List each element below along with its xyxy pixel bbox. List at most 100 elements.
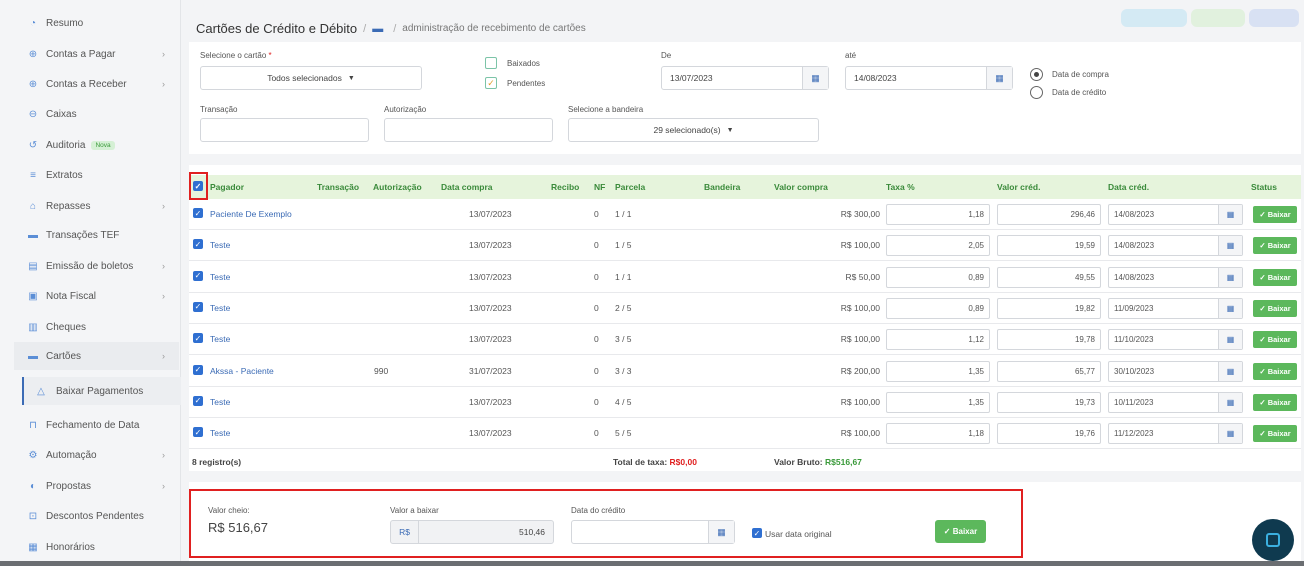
valor-cred-input[interactable]: 49,55 (997, 266, 1101, 288)
baixar-row-button[interactable]: ✓ Baixar (1253, 331, 1297, 349)
radio-data-compra[interactable] (1030, 68, 1043, 81)
sidebar-item-transa-es-tef[interactable]: ▬ Transações TEF (14, 221, 179, 249)
sidebar-item-contas-a-receber[interactable]: ⊕ Contas a Receber › (14, 70, 179, 98)
row-checkbox[interactable]: ✓ (193, 395, 203, 406)
column-header-status[interactable]: Status (1251, 182, 1277, 192)
data-cred-input[interactable]: 14/08/2023 ▦ (1108, 204, 1243, 225)
row-checkbox[interactable]: ✓ (193, 301, 203, 312)
valor-cred-input[interactable]: 19,82 (997, 297, 1101, 319)
row-checkbox[interactable]: ✓ (193, 364, 203, 375)
date-from-field[interactable]: 13/07/2023 ▦ (661, 66, 829, 90)
taxa-input[interactable]: 0,89 (886, 266, 990, 288)
column-header-transa-o[interactable]: Transação (317, 182, 359, 192)
sidebar-item-auditoria[interactable]: ↺ Auditoria Nova (14, 131, 179, 159)
transacao-input[interactable] (200, 118, 369, 142)
valor-cred-input[interactable]: 19,78 (997, 329, 1101, 351)
data-cred-input[interactable]: 14/08/2023 ▦ (1108, 235, 1243, 257)
calendar-icon[interactable]: ▦ (986, 67, 1012, 89)
sidebar-item-caixas[interactable]: ⊖ Caixas (14, 100, 179, 128)
bandeira-select[interactable]: 29 selecionado(s) ▼ (568, 118, 819, 142)
payer-link[interactable]: Teste (210, 334, 230, 344)
sidebar-item-automa-o[interactable]: ⚙ Automação › (14, 441, 179, 469)
sidebar-item-resumo[interactable]: ◔ Resumo (14, 9, 179, 37)
sidebar-item-repasses[interactable]: ⌂ Repasses › (14, 192, 179, 220)
sidebar-item-emiss-o-de-boletos[interactable]: ▤ Emissão de boletos › (14, 252, 179, 280)
column-header-pagador[interactable]: Pagador (210, 182, 244, 192)
data-cred-input[interactable]: 11/09/2023 ▦ (1108, 297, 1243, 319)
taxa-input[interactable]: 1,18 (886, 423, 990, 445)
taxa-input[interactable]: 2,05 (886, 235, 990, 257)
calendar-icon[interactable]: ▦ (1218, 298, 1242, 318)
calendar-icon[interactable]: ▦ (1218, 205, 1242, 224)
calendar-icon[interactable]: ▦ (1218, 392, 1242, 412)
sidebar-item-propostas[interactable]: ◐ Propostas › (14, 472, 179, 500)
payer-link[interactable]: Teste (210, 272, 230, 282)
row-checkbox[interactable]: ✓ (193, 239, 203, 250)
data-cred-input[interactable]: 14/08/2023 ▦ (1108, 266, 1243, 288)
payer-link[interactable]: Teste (210, 240, 230, 250)
valor-cred-input[interactable]: 296,46 (997, 204, 1101, 225)
baixar-row-button[interactable]: ✓ Baixar (1253, 268, 1297, 286)
valor-cred-input[interactable]: 65,77 (997, 360, 1101, 382)
row-checkbox[interactable]: ✓ (193, 270, 203, 281)
calendar-icon[interactable]: ▦ (1218, 361, 1242, 381)
valor-cred-input[interactable]: 19,59 (997, 235, 1101, 257)
sidebar-item-fechamento-de-data[interactable]: ⊓ Fechamento de Data (14, 411, 179, 439)
baixar-row-button[interactable]: ✓ Baixar (1253, 362, 1297, 380)
payer-link[interactable]: Teste (210, 397, 230, 407)
baixar-row-button[interactable]: ✓ Baixar (1253, 206, 1297, 223)
calendar-icon[interactable]: ▦ (802, 67, 828, 89)
column-header-valor-compra[interactable]: Valor compra (774, 182, 828, 192)
column-header-bandeira[interactable]: Bandeira (704, 182, 740, 192)
row-checkbox[interactable]: ✓ (193, 427, 203, 438)
sidebar-item-descontos-pendentes[interactable]: ⊡ Descontos Pendentes (14, 502, 179, 530)
baixar-row-button[interactable]: ✓ Baixar (1253, 393, 1297, 411)
valor-cred-input[interactable]: 19,76 (997, 423, 1101, 445)
sidebar-item-cheques[interactable]: ▥ Cheques (14, 313, 179, 341)
calendar-icon[interactable]: ▦ (1218, 236, 1242, 256)
payer-link[interactable]: Teste (210, 303, 230, 313)
baixar-row-button[interactable]: ✓ Baixar (1253, 425, 1297, 443)
baixados-checkbox[interactable] (485, 57, 497, 69)
payer-link[interactable]: Paciente De Exemplo (210, 209, 292, 219)
column-header-nf[interactable]: NF (594, 182, 605, 192)
column-header-parcela[interactable]: Parcela (615, 182, 645, 192)
column-header-data-cr-d-[interactable]: Data créd. (1108, 182, 1149, 192)
data-cred-input[interactable]: 11/12/2023 ▦ (1108, 423, 1243, 445)
data-cred-input[interactable]: 30/10/2023 ▦ (1108, 360, 1243, 382)
column-header-data-compra[interactable]: Data compra (441, 182, 493, 192)
column-header-autoriza-o[interactable]: Autorização (373, 182, 422, 192)
calendar-icon[interactable]: ▦ (1218, 424, 1242, 444)
baixar-row-button[interactable]: ✓ Baixar (1253, 237, 1297, 255)
payer-link[interactable]: Akssa - Paciente (210, 366, 274, 376)
autorizacao-input[interactable] (384, 118, 553, 142)
sidebar-item-contas-a-pagar[interactable]: ⊕ Contas a Pagar › (14, 40, 179, 68)
taxa-input[interactable]: 1,12 (886, 329, 990, 351)
sidebar-item-baixar-pagamentos[interactable]: △ Baixar Pagamentos (22, 377, 181, 405)
pendentes-checkbox[interactable]: ✓ (485, 77, 497, 89)
date-to-field[interactable]: 14/08/2023 ▦ (845, 66, 1013, 90)
sidebar-item-honor-rios[interactable]: ▦ Honorários (14, 533, 179, 561)
card-select[interactable]: Todos selecionados ▼ (200, 66, 422, 90)
chat-fab-button[interactable] (1252, 519, 1294, 561)
baixar-row-button[interactable]: ✓ Baixar (1253, 299, 1297, 317)
taxa-input[interactable]: 1,35 (886, 391, 990, 413)
data-cred-input[interactable]: 10/11/2023 ▦ (1108, 391, 1243, 413)
calendar-icon[interactable]: ▦ (1218, 267, 1242, 287)
radio-data-credito[interactable] (1030, 86, 1043, 99)
taxa-input[interactable]: 0,89 (886, 297, 990, 319)
taxa-input[interactable]: 1,35 (886, 360, 990, 382)
payer-link[interactable]: Teste (210, 428, 230, 438)
calendar-icon[interactable]: ▦ (1218, 330, 1242, 350)
column-header-recibo[interactable]: Recibo (551, 182, 579, 192)
taxa-input[interactable]: 1,18 (886, 204, 990, 225)
row-checkbox[interactable]: ✓ (193, 333, 203, 344)
row-checkbox[interactable]: ✓ (193, 208, 203, 218)
sidebar-item-cart-es[interactable]: ▬ Cartões › (14, 342, 179, 370)
valor-cred-input[interactable]: 19,73 (997, 391, 1101, 413)
breadcrumb-current[interactable]: administração de recebimento de cartões (402, 23, 585, 34)
sidebar-item-extratos[interactable]: ≡ Extratos (14, 161, 179, 189)
sidebar-item-nota-fiscal[interactable]: ▣ Nota Fiscal › (14, 282, 179, 310)
data-cred-input[interactable]: 11/10/2023 ▦ (1108, 329, 1243, 351)
column-header-valor-cr-d-[interactable]: Valor créd. (997, 182, 1040, 192)
